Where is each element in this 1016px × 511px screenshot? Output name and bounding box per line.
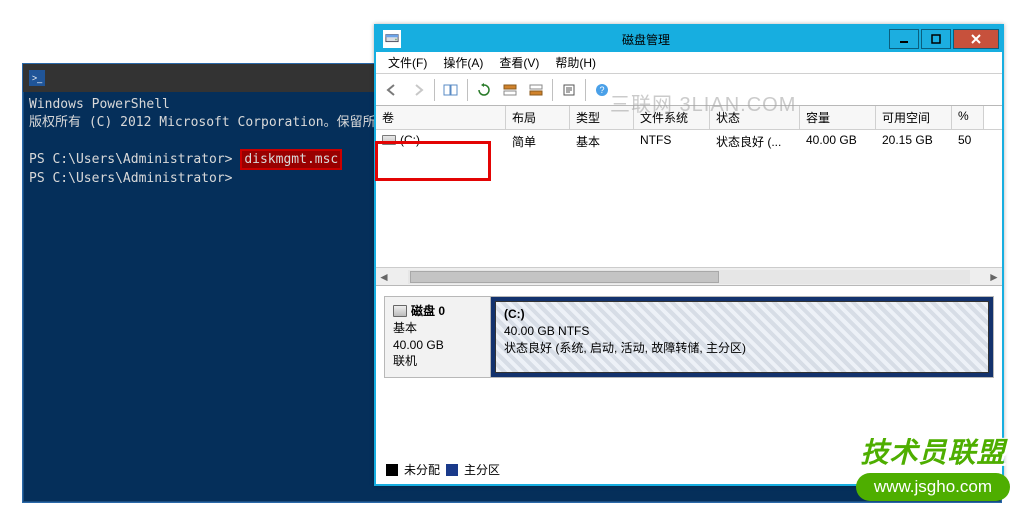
menu-file[interactable]: 文件(F) — [382, 52, 433, 73]
toolbar-separator — [434, 79, 435, 101]
site-badge: 技术员联盟 www.jsgho.com — [856, 431, 1010, 501]
ps-prompt: PS C:\Users\Administrator> — [29, 152, 233, 167]
col-capacity[interactable]: 容量 — [800, 106, 876, 129]
scroll-right-arrow[interactable]: ► — [986, 269, 1002, 285]
col-fs[interactable]: 文件系统 — [634, 106, 710, 129]
col-layout[interactable]: 布局 — [506, 106, 570, 129]
col-volume[interactable]: 卷 — [376, 106, 506, 129]
dm-titlebar[interactable]: 磁盘管理 — [376, 26, 1002, 52]
ps-line: 版权所有 (C) 2012 Microsoft Corporation。保留所有… — [29, 115, 402, 130]
disk-management-icon — [383, 30, 401, 48]
cell-pct: 50 — [952, 130, 984, 153]
dm-toolbar: ? — [376, 74, 1002, 106]
legend-label-unallocated: 未分配 — [404, 461, 440, 478]
view-bottom-button[interactable] — [524, 78, 548, 102]
legend-label-primary: 主分区 — [464, 461, 500, 478]
refresh-button[interactable] — [472, 78, 496, 102]
scroll-left-arrow[interactable]: ◄ — [376, 269, 392, 285]
volume-list-header: 卷 布局 类型 文件系统 状态 容量 可用空间 % — [376, 106, 1002, 130]
cell-capacity: 40.00 GB — [800, 130, 876, 153]
back-button[interactable] — [380, 78, 404, 102]
disk-info-panel: 磁盘 0 基本 40.00 GB 联机 — [385, 297, 491, 377]
view-top-button[interactable] — [498, 78, 522, 102]
volume-list: 卷 布局 类型 文件系统 状态 容量 可用空间 % (C:) 简单 基本 NTF… — [376, 106, 1002, 286]
col-free[interactable]: 可用空间 — [876, 106, 952, 129]
toolbar-separator — [585, 79, 586, 101]
toolbar-separator — [467, 79, 468, 101]
powershell-icon: >_ — [29, 70, 45, 86]
svg-text:?: ? — [599, 85, 604, 95]
cell-layout: 简单 — [506, 130, 570, 153]
maximize-button[interactable] — [921, 29, 951, 49]
close-button[interactable] — [953, 29, 999, 49]
cell-status: 状态良好 (... — [710, 130, 800, 153]
menu-view[interactable]: 查看(V) — [493, 52, 545, 73]
scrollbar-thumb[interactable] — [410, 271, 719, 283]
ps-prompt: PS C:\Users\Administrator> — [29, 171, 233, 186]
cell-volume: (C:) — [376, 130, 506, 153]
minimize-button[interactable] — [889, 29, 919, 49]
cell-type: 基本 — [570, 130, 634, 153]
col-pct[interactable]: % — [952, 106, 984, 129]
view-windows-button[interactable] — [439, 78, 463, 102]
menu-help[interactable]: 帮助(H) — [549, 52, 602, 73]
disk-management-window: 磁盘管理 文件(F) 操作(A) 查看(V) 帮助(H) ? 卷 布局 类型 文 — [374, 24, 1004, 486]
dm-menubar: 文件(F) 操作(A) 查看(V) 帮助(H) — [376, 52, 1002, 74]
scrollbar-track[interactable] — [408, 270, 970, 284]
badge-title: 技术员联盟 — [856, 431, 1010, 471]
badge-url: www.jsgho.com — [856, 473, 1010, 501]
menu-action[interactable]: 操作(A) — [437, 52, 489, 73]
help-button[interactable]: ? — [590, 78, 614, 102]
horizontal-scrollbar[interactable]: ◄ ► — [376, 267, 1002, 285]
ps-command-highlight: diskmgmt.msc — [240, 149, 342, 171]
legend: 未分配 主分区 — [386, 461, 500, 478]
partition-c[interactable]: (C:) 40.00 GB NTFS 状态良好 (系统, 启动, 活动, 故障转… — [495, 301, 989, 373]
col-status[interactable]: 状态 — [710, 106, 800, 129]
volume-row[interactable]: (C:) 简单 基本 NTFS 状态良好 (... 40.00 GB 20.15… — [376, 130, 1002, 153]
legend-swatch-primary — [446, 464, 458, 476]
ps-line: Windows PowerShell — [29, 97, 170, 112]
disk-icon — [393, 305, 407, 317]
col-type[interactable]: 类型 — [570, 106, 634, 129]
cell-free: 20.15 GB — [876, 130, 952, 153]
disk-partition-area: (C:) 40.00 GB NTFS 状态良好 (系统, 启动, 活动, 故障转… — [491, 297, 993, 377]
dm-title: 磁盘管理 — [405, 31, 887, 48]
cell-fs: NTFS — [634, 130, 710, 153]
legend-swatch-unallocated — [386, 464, 398, 476]
properties-button[interactable] — [557, 78, 581, 102]
forward-button[interactable] — [406, 78, 430, 102]
volume-icon — [382, 135, 396, 145]
disk-block[interactable]: 磁盘 0 基本 40.00 GB 联机 (C:) 40.00 GB NTFS 状… — [384, 296, 994, 378]
toolbar-separator — [552, 79, 553, 101]
